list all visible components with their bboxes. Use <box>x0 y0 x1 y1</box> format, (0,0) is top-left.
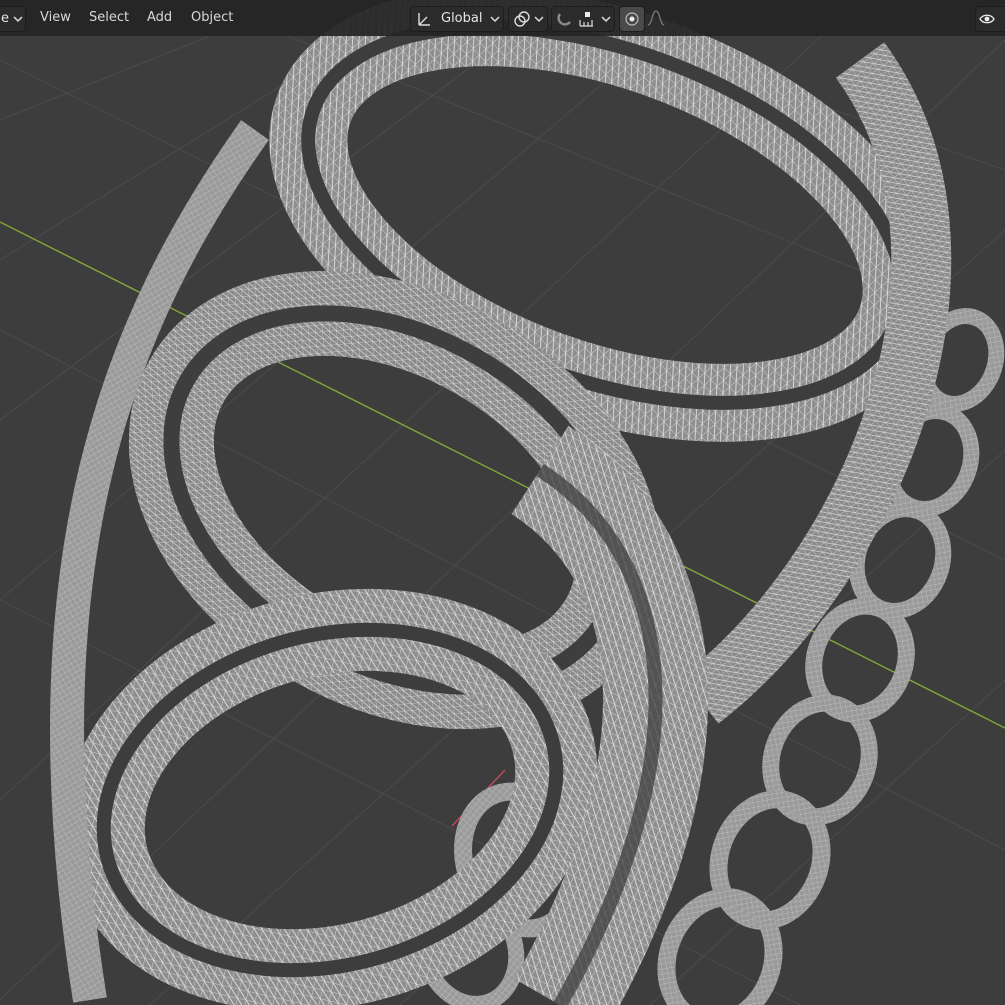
menu-select[interactable]: Select <box>87 6 131 30</box>
pivot-point-dropdown[interactable] <box>508 6 548 32</box>
transform-orientation-icon <box>418 13 430 26</box>
chevron-down-icon <box>490 16 500 23</box>
viewport-canvas[interactable] <box>0 0 1005 1005</box>
3d-viewport[interactable] <box>0 0 1005 1005</box>
pivot-point-icon <box>514 11 530 27</box>
menu-add[interactable]: Add <box>145 6 174 30</box>
mode-dropdown[interactable]: e <box>0 6 26 32</box>
chevron-down-icon <box>601 16 611 23</box>
viewport-header: e View Select Add Object Global <box>0 0 1005 36</box>
menu-object[interactable]: Object <box>189 6 235 30</box>
snap-increment-icon[interactable] <box>578 10 596 28</box>
falloff-curve-icon[interactable] <box>646 9 666 27</box>
visibility-dropdown[interactable] <box>975 6 1005 32</box>
chevron-down-icon <box>13 16 23 23</box>
orientation-label: Global <box>441 11 483 26</box>
mode-label: e <box>1 11 9 26</box>
menu-view[interactable]: View <box>38 6 73 30</box>
snapping-group[interactable] <box>551 6 615 32</box>
proportional-editing-icon <box>625 12 639 26</box>
chevron-down-icon <box>534 16 544 23</box>
proportional-editing-toggle[interactable] <box>619 6 645 32</box>
transform-orientation-dropdown[interactable]: Global <box>410 6 504 32</box>
visibility-eye-icon <box>979 14 995 24</box>
snap-magnet-icon[interactable] <box>556 10 574 28</box>
